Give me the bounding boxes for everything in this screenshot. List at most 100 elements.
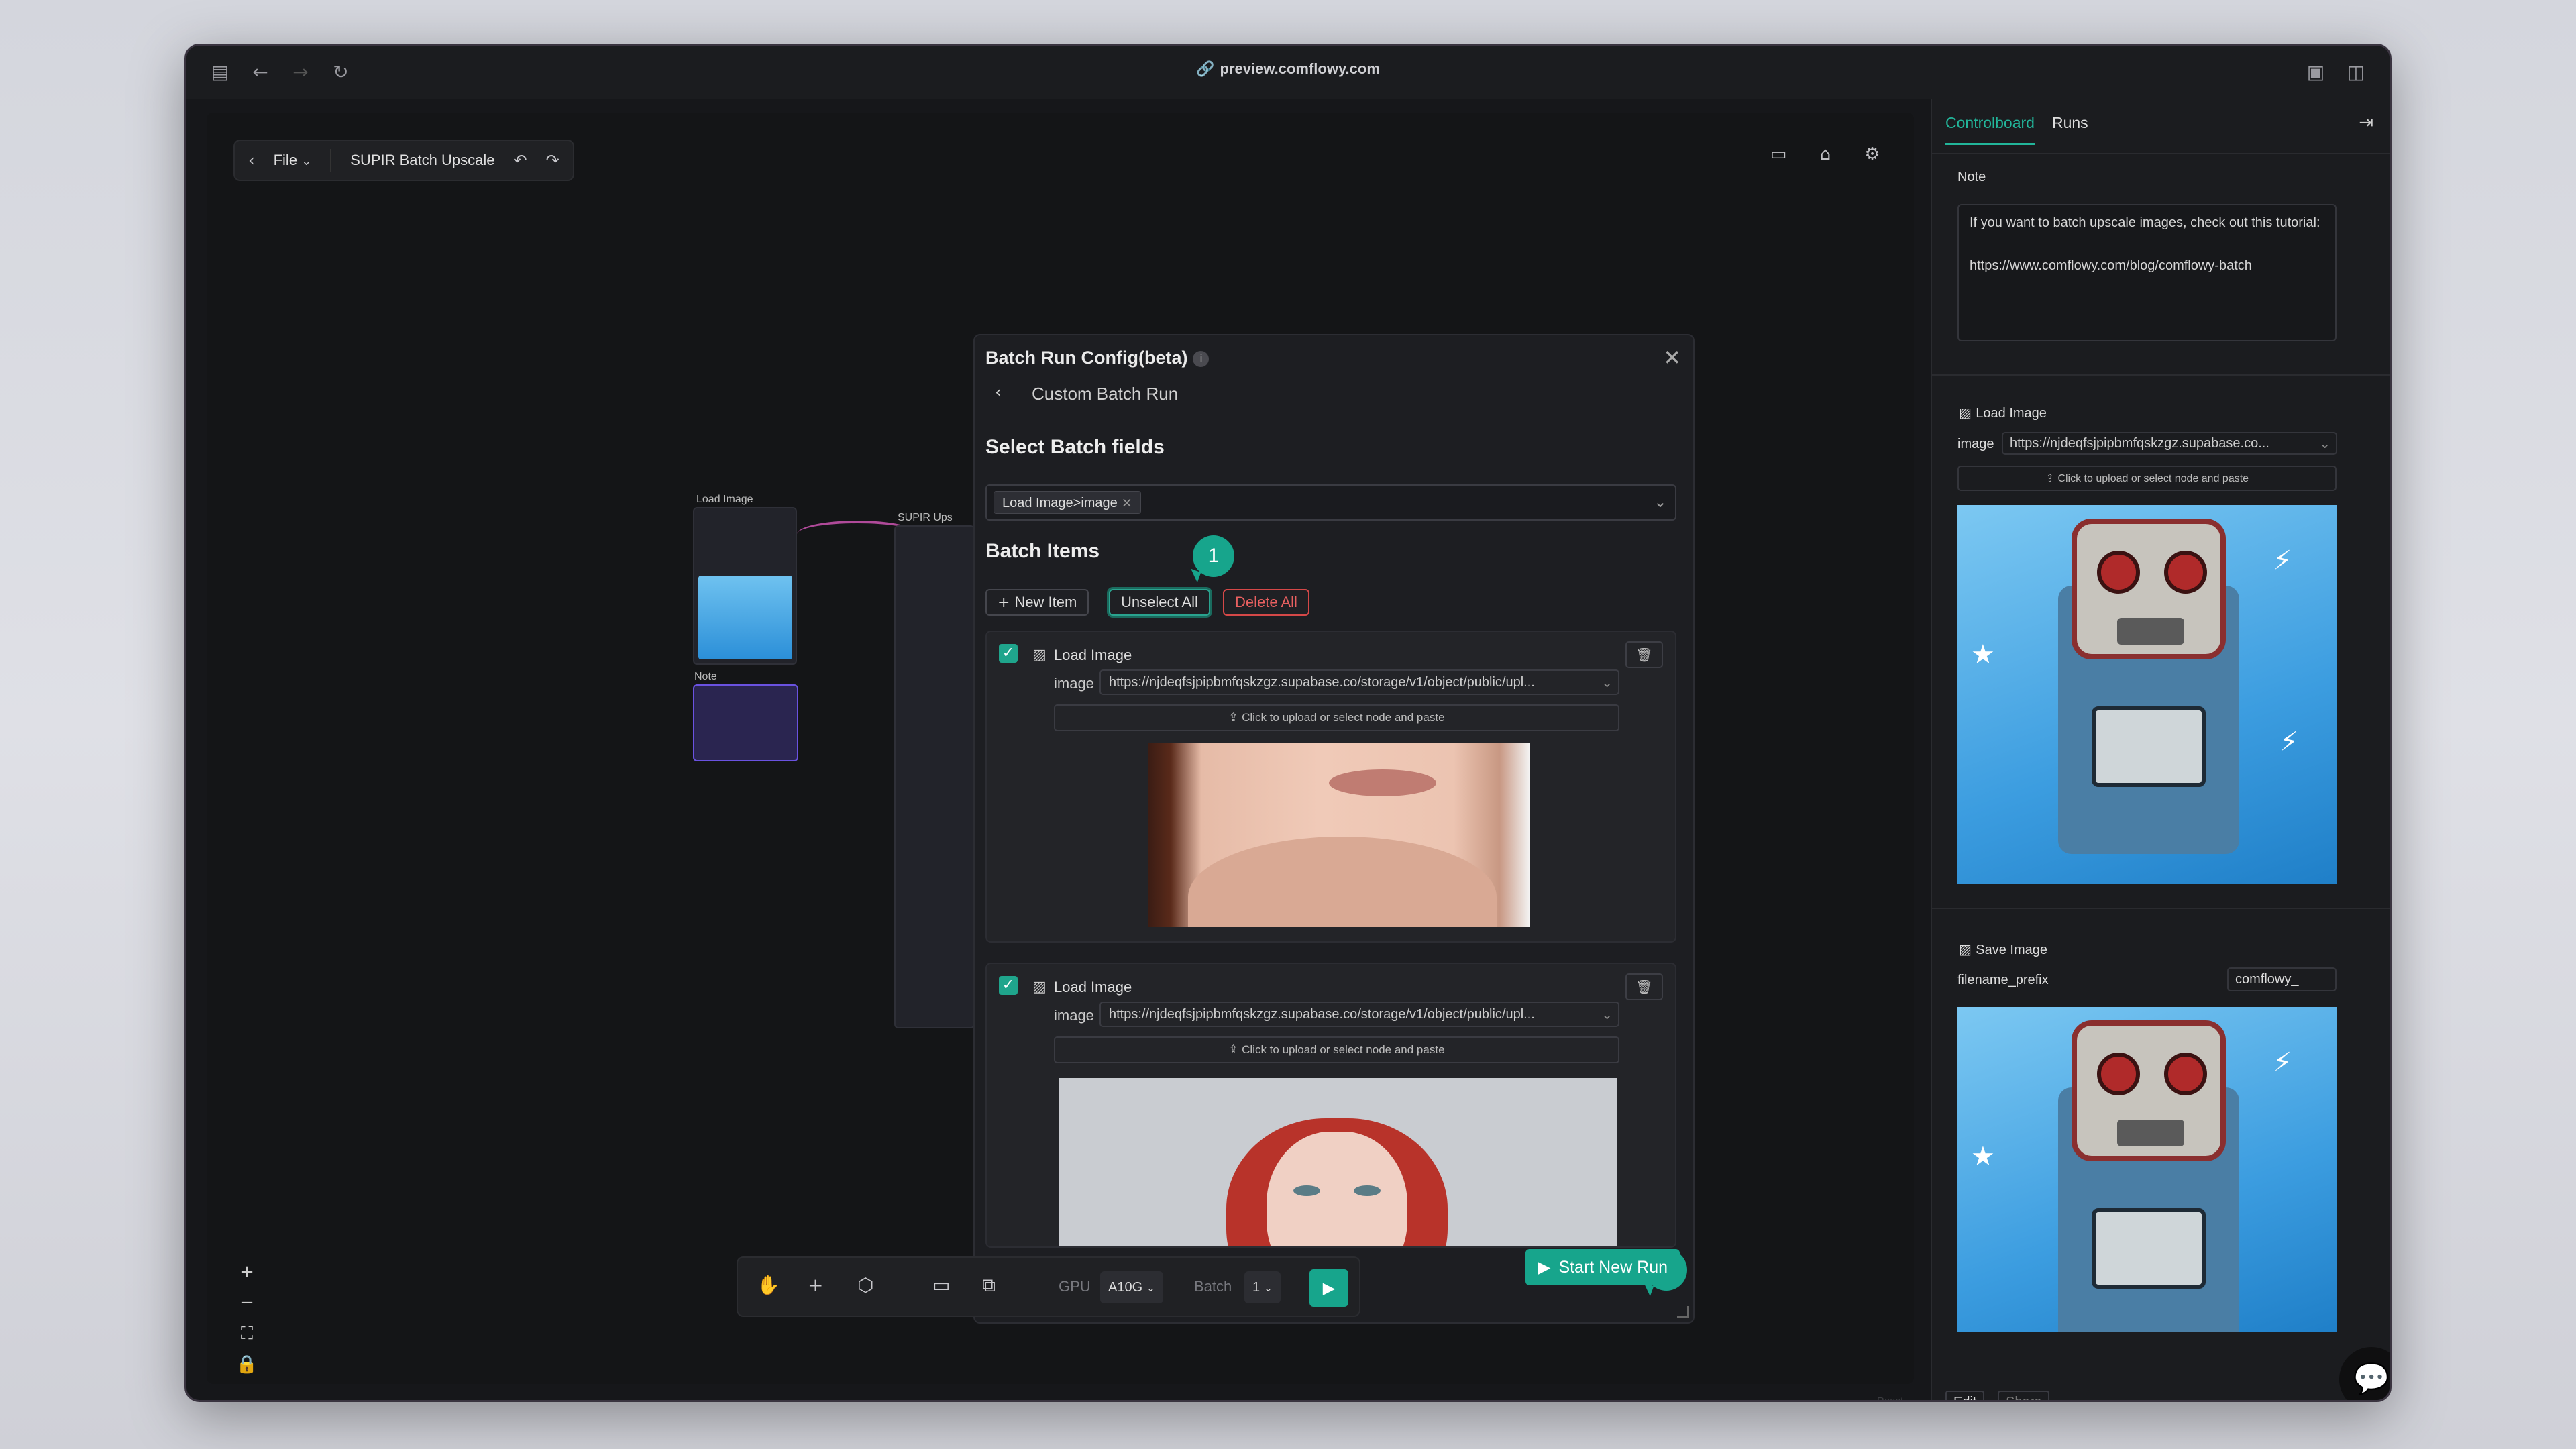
zoom-in-icon[interactable]: + bbox=[233, 1260, 260, 1284]
gear-icon[interactable]: ⚙ bbox=[1858, 140, 1887, 169]
mini-note-node[interactable] bbox=[693, 684, 798, 761]
item-image-preview bbox=[1059, 1078, 1617, 1246]
terminal-icon[interactable]: ▭ bbox=[932, 1274, 950, 1296]
zoom-controls: + − ⛶ 🔒 bbox=[233, 1260, 260, 1377]
select-fields-heading: Select Batch fields bbox=[985, 436, 1165, 458]
mini-note-title: Note bbox=[694, 671, 717, 682]
batch-run-modal: Batch Run Config(beta) i ✕ ‹ Custom Batch… bbox=[973, 334, 1695, 1324]
gpu-select[interactable]: A10G ⌄ bbox=[1100, 1271, 1164, 1303]
models-icon[interactable]: ⌂ bbox=[1811, 140, 1840, 169]
workflow-canvas[interactable]: ‹ File ⌄ SUPIR Batch Upscale ↶ ↷ ▭ ⌂ ⚙ L… bbox=[207, 113, 1914, 1400]
canvas-topbar: ‹ File ⌄ SUPIR Batch Upscale ↶ ↷ bbox=[233, 140, 574, 181]
divider bbox=[1932, 908, 2390, 909]
react-flow-watermark[interactable]: React Flow bbox=[1877, 1395, 1914, 1400]
upload-area[interactable]: ⇪ Click to upload or select node and pas… bbox=[1957, 466, 2337, 491]
lock-icon[interactable]: 🔒 bbox=[233, 1352, 260, 1377]
robot-output-preview: ★ ⚡ bbox=[1957, 1007, 2337, 1332]
image-url-select[interactable]: https://njdeqfsjpipbmfqskzgz.supabase.co… bbox=[2002, 432, 2337, 455]
edit-button[interactable]: Edit bbox=[1945, 1391, 1985, 1400]
item-checkbox[interactable]: ✓ bbox=[999, 976, 1018, 995]
url-text: preview.comflowy.com bbox=[1220, 60, 1380, 77]
note-text-line: If you want to batch upscale images, che… bbox=[1970, 215, 2320, 230]
trash-icon[interactable]: 🗑 bbox=[1625, 641, 1663, 668]
fit-view-icon[interactable]: ⛶ bbox=[233, 1322, 260, 1346]
add-node-icon[interactable]: + bbox=[808, 1274, 823, 1296]
unselect-all-button[interactable]: Unselect All bbox=[1109, 589, 1210, 616]
image-icon: ▨ bbox=[1959, 941, 1976, 957]
undo-icon[interactable]: ↶ bbox=[513, 151, 527, 170]
batch-fields-select[interactable]: Load Image>image × ⌄ bbox=[985, 484, 1676, 521]
step-badge-1: 1 bbox=[1193, 535, 1234, 577]
item-field-label: image bbox=[1054, 675, 1094, 692]
item-title: Load Image bbox=[1054, 979, 1132, 996]
mini-supir-node[interactable] bbox=[894, 525, 975, 1028]
info-icon[interactable]: i bbox=[1193, 350, 1210, 367]
back-chevron-icon[interactable]: ‹ bbox=[995, 382, 1002, 402]
run-button[interactable]: ▶ bbox=[1309, 1269, 1348, 1307]
chevron-down-icon: ⌄ bbox=[1601, 1006, 1613, 1022]
reader-icon[interactable]: ▣ bbox=[2302, 59, 2329, 86]
tab-runs[interactable]: Runs bbox=[2052, 114, 2088, 145]
filename-prefix-input[interactable]: comflowy_ bbox=[2227, 967, 2337, 991]
new-item-button[interactable]: + New Item bbox=[985, 589, 1089, 616]
chevron-down-icon: ⌄ bbox=[1263, 1281, 1273, 1294]
batch-items-heading: Batch Items bbox=[985, 540, 1100, 562]
redo-icon[interactable]: ↷ bbox=[546, 151, 559, 170]
note-textarea[interactable]: If you want to batch upscale images, che… bbox=[1957, 204, 2337, 341]
tab-controlboard[interactable]: Controlboard bbox=[1945, 114, 2035, 145]
batch-item: ✓ ▨ Load Image 🗑 image https://njdeqfsjp… bbox=[985, 631, 1676, 943]
image-url-select[interactable]: https://njdeqfsjpipbmfqskzgz.supabase.co… bbox=[1099, 669, 1619, 695]
item-field-label: image bbox=[1054, 1007, 1094, 1024]
image-url-select[interactable]: https://njdeqfsjpipbmfqskzgz.supabase.co… bbox=[1099, 1002, 1619, 1027]
play-icon: ▶ bbox=[1538, 1257, 1551, 1277]
file-menu-label: File bbox=[273, 152, 298, 168]
mini-robot-image bbox=[698, 576, 792, 659]
delete-all-button[interactable]: Delete All bbox=[1223, 589, 1309, 616]
modal-subtitle: Custom Batch Run bbox=[1032, 384, 1179, 404]
mini-load-image-node[interactable] bbox=[693, 507, 797, 665]
split-view-icon[interactable]: ◫ bbox=[2343, 59, 2369, 86]
divider bbox=[330, 149, 332, 172]
item-title: Load Image bbox=[1054, 647, 1132, 663]
note-link[interactable]: https://www.comflowy.com/blog/comflowy-b… bbox=[1970, 255, 2324, 276]
upload-area[interactable]: ⇪ Click to upload or select node and pas… bbox=[1054, 1036, 1619, 1063]
collapse-panel-icon[interactable]: ⇥ bbox=[2359, 113, 2373, 133]
share-button[interactable]: Share bbox=[1998, 1391, 2050, 1400]
tag-close-icon[interactable]: × bbox=[1121, 494, 1132, 511]
start-new-run-button[interactable]: ▶ Start New Run bbox=[1525, 1249, 1680, 1285]
selected-field-tag[interactable]: Load Image>image × bbox=[994, 491, 1142, 514]
mini-load-image-title: Load Image bbox=[696, 494, 753, 505]
image-icon: ▨ bbox=[1032, 647, 1046, 663]
gallery-icon[interactable]: ⧉ bbox=[982, 1274, 996, 1297]
item-checkbox[interactable]: ✓ bbox=[999, 644, 1018, 663]
chevron-down-icon: ⌄ bbox=[301, 154, 312, 168]
resize-handle[interactable] bbox=[1677, 1306, 1689, 1318]
panel-icon[interactable]: ▭ bbox=[1764, 140, 1793, 169]
chat-bubble-icon[interactable]: 💬 bbox=[2339, 1347, 2390, 1400]
modal-title: Batch Run Config(beta) i bbox=[985, 347, 1210, 368]
panel-tabs: Controlboard Runs bbox=[1945, 114, 2088, 145]
file-menu[interactable]: File ⌄ bbox=[274, 152, 312, 169]
zoom-out-icon[interactable]: − bbox=[233, 1291, 260, 1315]
cube-icon[interactable]: ⬡ bbox=[857, 1274, 873, 1296]
close-icon[interactable]: ✕ bbox=[1663, 345, 1681, 370]
divider bbox=[1932, 374, 2390, 376]
upload-icon: ⇪ bbox=[1228, 1043, 1242, 1057]
note-label: Note bbox=[1957, 170, 1986, 184]
trash-icon[interactable]: 🗑 bbox=[1625, 973, 1663, 1000]
gpu-label: GPU bbox=[1059, 1278, 1091, 1295]
chevron-down-icon: ⌄ bbox=[1146, 1281, 1156, 1294]
filename-prefix-label: filename_prefix bbox=[1957, 973, 2049, 987]
save-image-section-title: ▨ Save Image bbox=[1959, 941, 2047, 957]
workflow-title[interactable]: SUPIR Batch Upscale bbox=[350, 152, 494, 169]
plus-icon: + bbox=[998, 594, 1015, 611]
chevron-left-icon[interactable]: ‹ bbox=[248, 151, 255, 170]
mini-supir-title: SUPIR Ups bbox=[898, 512, 953, 523]
link-icon: 🔗 bbox=[1196, 61, 1215, 78]
upload-area[interactable]: ⇪ Click to upload or select node and pas… bbox=[1054, 704, 1619, 731]
address-bar[interactable]: 🔗 preview.comflowy.com bbox=[186, 60, 2390, 78]
batch-select[interactable]: 1 ⌄ bbox=[1244, 1271, 1281, 1303]
browser-chrome: ▤ ← → ↻ 🔗 preview.comflowy.com ▣ ◫ bbox=[186, 46, 2390, 99]
hand-icon[interactable]: ✋ bbox=[757, 1274, 780, 1296]
chevron-down-icon: ⌄ bbox=[1601, 674, 1613, 690]
